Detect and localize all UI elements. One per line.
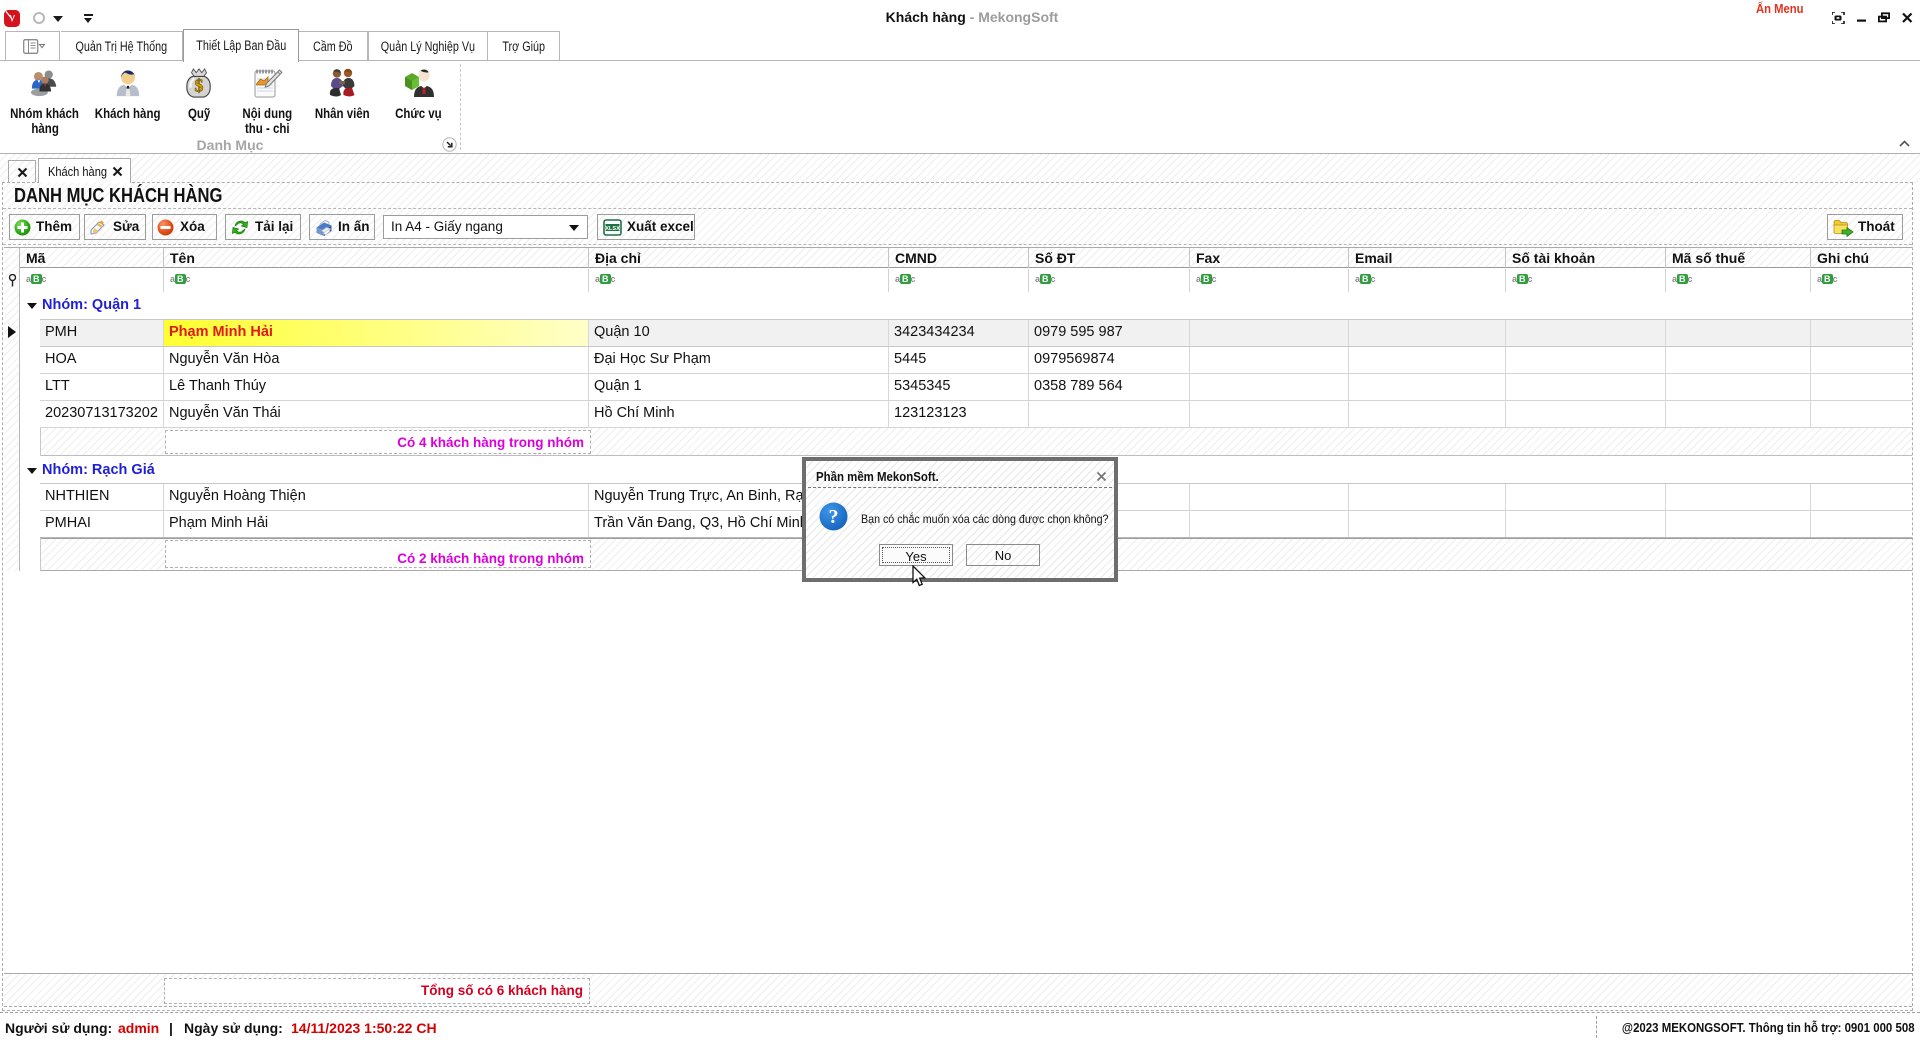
svg-text:?: ? bbox=[829, 506, 839, 528]
svg-text:XLSX: XLSX bbox=[605, 226, 620, 232]
svg-text:$: $ bbox=[195, 75, 204, 95]
